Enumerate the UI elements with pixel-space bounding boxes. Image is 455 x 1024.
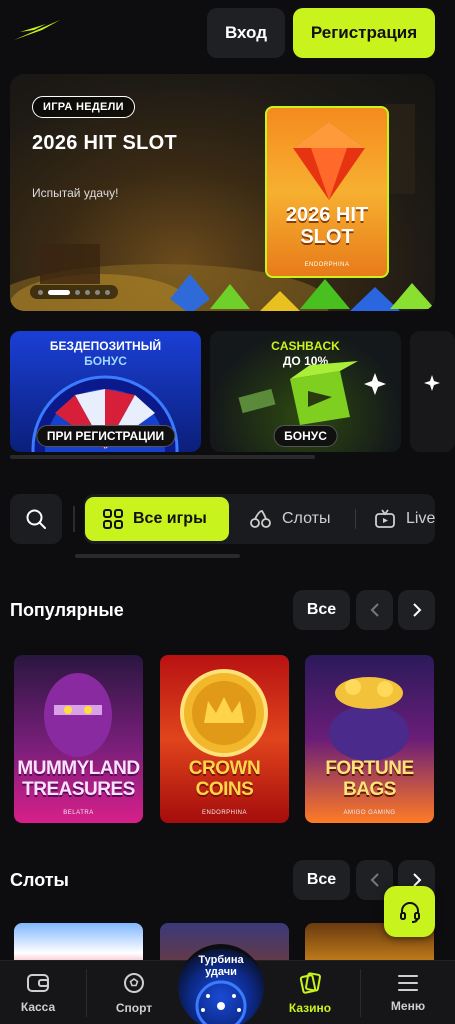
coin-art xyxy=(180,669,268,757)
divider xyxy=(355,509,356,529)
nav-label: Меню xyxy=(390,999,426,1013)
tv-icon xyxy=(375,509,395,528)
tab-all-games[interactable]: Все игры xyxy=(85,497,229,541)
promo-scrollbar[interactable] xyxy=(10,455,315,459)
hero-subtitle: Испытай удачу! xyxy=(32,186,119,200)
login-button[interactable]: Вход xyxy=(207,8,285,58)
search-icon xyxy=(26,509,46,529)
carousel-dot[interactable] xyxy=(105,289,110,295)
game-title-line1: CROWN xyxy=(188,758,261,779)
grid-icon xyxy=(103,509,123,529)
game-title-line1: MUMMYLAND xyxy=(17,758,140,779)
promo-no-deposit-bonus[interactable]: БЕЗДЕПОЗИТНЫЙ БОНУС ПРИ РЕГИСТРАЦИИ xyxy=(10,331,201,452)
game-title-line1: FORTUNE xyxy=(325,758,414,779)
game-card[interactable]: MUMMYLAND TREASURES BELATRA xyxy=(14,655,143,823)
wallet-icon xyxy=(27,974,49,992)
tab-slots[interactable]: Слоты xyxy=(250,497,330,541)
game-title: FORTUNE BAGS xyxy=(305,758,434,800)
mummy-art xyxy=(44,673,112,757)
popular-prev-button[interactable] xyxy=(356,590,393,630)
game-provider: ENDORPHINA xyxy=(201,810,247,816)
register-button[interactable]: Регистрация xyxy=(293,8,435,58)
popular-next-button[interactable] xyxy=(398,590,435,630)
gems-decoration xyxy=(170,274,435,311)
header: Вход Регистрация xyxy=(0,0,455,66)
game-title-line2: BAGS xyxy=(343,779,396,800)
nav-menu[interactable]: Меню xyxy=(370,961,446,1024)
game-provider: AMIGO GAMING xyxy=(343,810,396,816)
carousel-indicator xyxy=(30,285,118,299)
promo-cashback[interactable]: CASHBACK ДО 10% БОНУС xyxy=(210,331,401,452)
chevron-left-icon xyxy=(370,603,379,617)
nav-label: Казино xyxy=(288,1001,332,1015)
popular-all-button[interactable]: Все xyxy=(293,590,350,630)
chevron-left-icon xyxy=(370,873,379,887)
sparkle-icon xyxy=(424,375,440,391)
nav-sport[interactable]: Спорт xyxy=(96,961,172,1024)
section-title-popular: Популярные xyxy=(10,600,124,620)
chevron-right-icon xyxy=(412,603,421,617)
tab-label: Live xyxy=(406,510,435,527)
tab-label: Все игры xyxy=(133,510,207,527)
divider xyxy=(73,506,75,532)
headset-icon xyxy=(399,901,420,923)
promo-button[interactable]: БОНУС xyxy=(273,425,338,447)
game-title-line2: COINS xyxy=(195,779,254,800)
hero-title: 2026 HIT SLOT xyxy=(32,132,178,154)
game-card[interactable]: FORTUNE BAGS AMIGO GAMING xyxy=(305,655,434,823)
game-provider: BELATRA xyxy=(63,810,94,816)
tab-label: Слоты xyxy=(282,510,331,527)
diamond-icon xyxy=(293,122,365,200)
support-button[interactable] xyxy=(384,886,435,937)
slots-all-button[interactable]: Все xyxy=(293,860,350,900)
cherries-icon xyxy=(250,510,271,528)
section-title-slots: Слоты xyxy=(10,870,69,890)
money-bag-art xyxy=(329,677,409,761)
divider xyxy=(86,969,87,1017)
category-tabs: Все игры Слоты Live xyxy=(84,494,435,544)
tab-live[interactable]: Live xyxy=(374,497,435,541)
nav-cashier[interactable]: Касса xyxy=(0,961,76,1024)
tabs-scrollbar[interactable] xyxy=(75,554,240,558)
search-button[interactable] xyxy=(10,494,62,544)
carousel-dot[interactable] xyxy=(85,289,90,295)
game-of-week-badge: ИГРА НЕДЕЛИ xyxy=(32,96,135,118)
divider xyxy=(360,969,361,1017)
wheel-icon xyxy=(195,980,247,1024)
logo-icon[interactable] xyxy=(12,18,62,44)
promo-button[interactable]: ПРИ РЕГИСТРАЦИИ xyxy=(35,425,176,447)
menu-icon xyxy=(398,975,418,991)
game-title: MUMMYLAND TREASURES xyxy=(14,758,143,800)
nav-label: Касса xyxy=(20,1000,56,1014)
hero-banner[interactable]: ИГРА НЕДЕЛИ 2026 HIT SLOT Испытай удачу!… xyxy=(10,74,435,311)
promo-card-partial[interactable] xyxy=(410,331,455,452)
ball-icon xyxy=(124,973,144,993)
game-title-line2: TREASURES xyxy=(22,779,135,800)
game-card[interactable]: CROWN COINS ENDORPHINA xyxy=(160,655,289,823)
carousel-dot-active[interactable] xyxy=(48,289,70,295)
carousel-dot[interactable] xyxy=(38,289,43,295)
nav-label: Спорт xyxy=(115,1001,153,1015)
casino-icon xyxy=(299,972,321,994)
carousel-dot[interactable] xyxy=(75,289,80,295)
carousel-dot[interactable] xyxy=(95,289,100,295)
game-filter-bar: Все игры Слоты Live xyxy=(10,494,435,544)
nav-casino[interactable]: Казино xyxy=(272,961,348,1024)
game-title: CROWN COINS xyxy=(160,758,289,800)
fortune-wheel-button[interactable]: Турбина удачи xyxy=(178,944,264,1024)
